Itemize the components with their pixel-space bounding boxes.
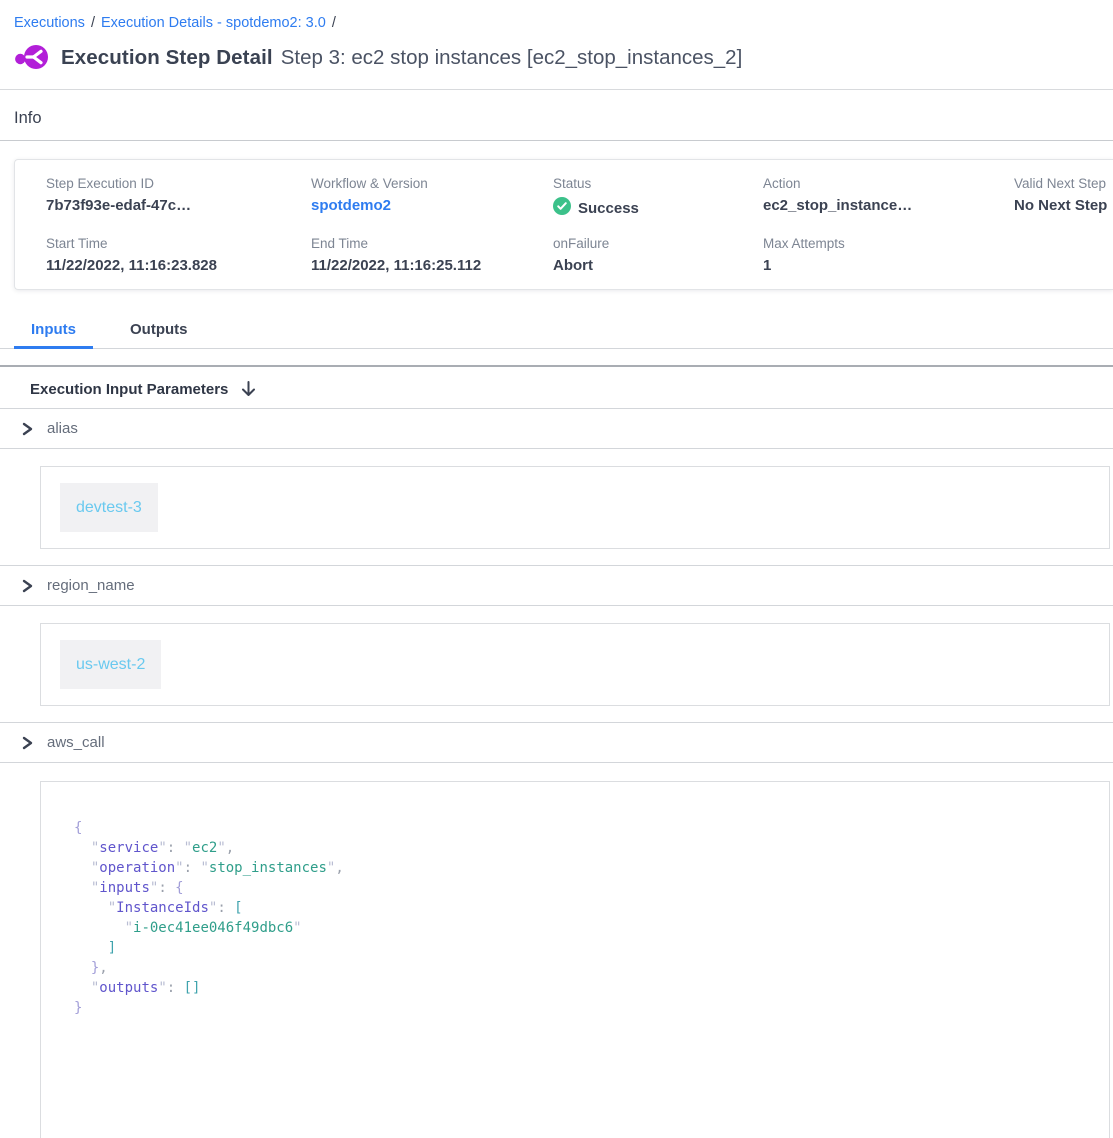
json-code: { "service": "ec2", "operation": "stop_i…: [74, 818, 1089, 1018]
section-label-aws_call: aws_call: [47, 734, 105, 751]
info-field-label: Start Time: [46, 236, 311, 251]
param-value-box-alias: devtest-3: [40, 466, 1110, 549]
info-field-value: 11/22/2022, 11:16:23.828: [46, 257, 311, 274]
section-divider: [0, 605, 1113, 606]
info-field-value: 11/22/2022, 11:16:25.112: [311, 257, 553, 274]
info-field-value: ec2_stop_instance…: [763, 197, 1014, 214]
info-field-label: Valid Next Step: [1014, 176, 1113, 191]
info-field: End Time 11/22/2022, 11:16:25.112: [311, 236, 553, 274]
breadcrumb-separator: /: [91, 15, 95, 31]
workflow-logo-icon: [14, 43, 50, 73]
chevron-right-icon[interactable]: [20, 579, 34, 593]
info-field-label: End Time: [311, 236, 553, 251]
info-divider: [0, 140, 1113, 141]
info-field: Action ec2_stop_instance…: [763, 176, 1014, 219]
section-divider: [0, 762, 1113, 763]
info-field-value: Abort: [553, 257, 763, 274]
page-subtitle: Step 3: ec2 stop instances [ec2_stop_ins…: [281, 46, 743, 70]
status-badge: Success: [553, 197, 763, 219]
tabs: Inputs Outputs: [0, 317, 1113, 349]
info-field-label: Step Execution ID: [46, 176, 311, 191]
info-field-label: Max Attempts: [763, 236, 1014, 251]
info-field: [1014, 236, 1113, 274]
info-field-label: Workflow & Version: [311, 176, 553, 191]
info-field: Valid Next Step No Next Step: [1014, 176, 1113, 219]
breadcrumb-link[interactable]: Executions: [14, 15, 85, 31]
workflow-link[interactable]: spotdemo2: [311, 197, 553, 214]
chevron-right-icon[interactable]: [20, 422, 34, 436]
info-section-title: Info: [0, 90, 1113, 140]
info-card: Step Execution ID 7b73f93e-edaf-47c…Workf…: [14, 159, 1113, 290]
section-header-region_name[interactable]: region_name: [0, 566, 1113, 605]
section-divider: [0, 448, 1113, 449]
tab-outputs[interactable]: Outputs: [113, 317, 205, 349]
page-header: Execution Step Detail Step 3: ec2 stop i…: [0, 36, 1113, 89]
info-field: Step Execution ID 7b73f93e-edaf-47c…: [46, 176, 311, 219]
breadcrumb: Executions / Execution Details - spotdemo2…: [0, 0, 1113, 36]
section-label-region_name: region_name: [47, 577, 135, 594]
params-header-row: Execution Input Parameters: [0, 367, 1113, 408]
section-header-aws_call[interactable]: aws_call: [0, 723, 1113, 762]
arrow-down-icon[interactable]: [240, 380, 257, 398]
info-field: Workflow & Version spotdemo2: [311, 176, 553, 219]
section-label-alias: alias: [47, 420, 78, 437]
info-field: Status Success: [553, 176, 763, 219]
sections: alias devtest-3 region_name us-west-2 aws_ca…: [0, 409, 1113, 1138]
info-field: Start Time 11/22/2022, 11:16:23.828: [46, 236, 311, 274]
info-field-label: onFailure: [553, 236, 763, 251]
params-header-label: Execution Input Parameters: [30, 381, 228, 398]
info-field: onFailure Abort: [553, 236, 763, 274]
status-text: Success: [578, 200, 639, 217]
chevron-right-icon[interactable]: [20, 736, 34, 750]
param-value-chip: devtest-3: [60, 483, 158, 532]
info-field-value: No Next Step: [1014, 197, 1113, 214]
success-check-icon: [553, 197, 571, 219]
info-field-label: Action: [763, 176, 1014, 191]
breadcrumb-separator: /: [332, 15, 336, 31]
section-header-alias[interactable]: alias: [0, 409, 1113, 448]
param-value-box-region_name: us-west-2: [40, 623, 1110, 706]
info-field-value: 7b73f93e-edaf-47c…: [46, 197, 311, 214]
param-code-box-aws_call: { "service": "ec2", "operation": "stop_i…: [40, 781, 1110, 1138]
breadcrumb-link[interactable]: Execution Details - spotdemo2: 3.0: [101, 15, 326, 31]
param-value-chip: us-west-2: [60, 640, 161, 689]
info-field-label: Status: [553, 176, 763, 191]
info-field: Max Attempts 1: [763, 236, 1014, 274]
tab-inputs[interactable]: Inputs: [14, 317, 93, 349]
page-title: Execution Step Detail: [61, 46, 273, 70]
info-field-value: 1: [763, 257, 1014, 274]
